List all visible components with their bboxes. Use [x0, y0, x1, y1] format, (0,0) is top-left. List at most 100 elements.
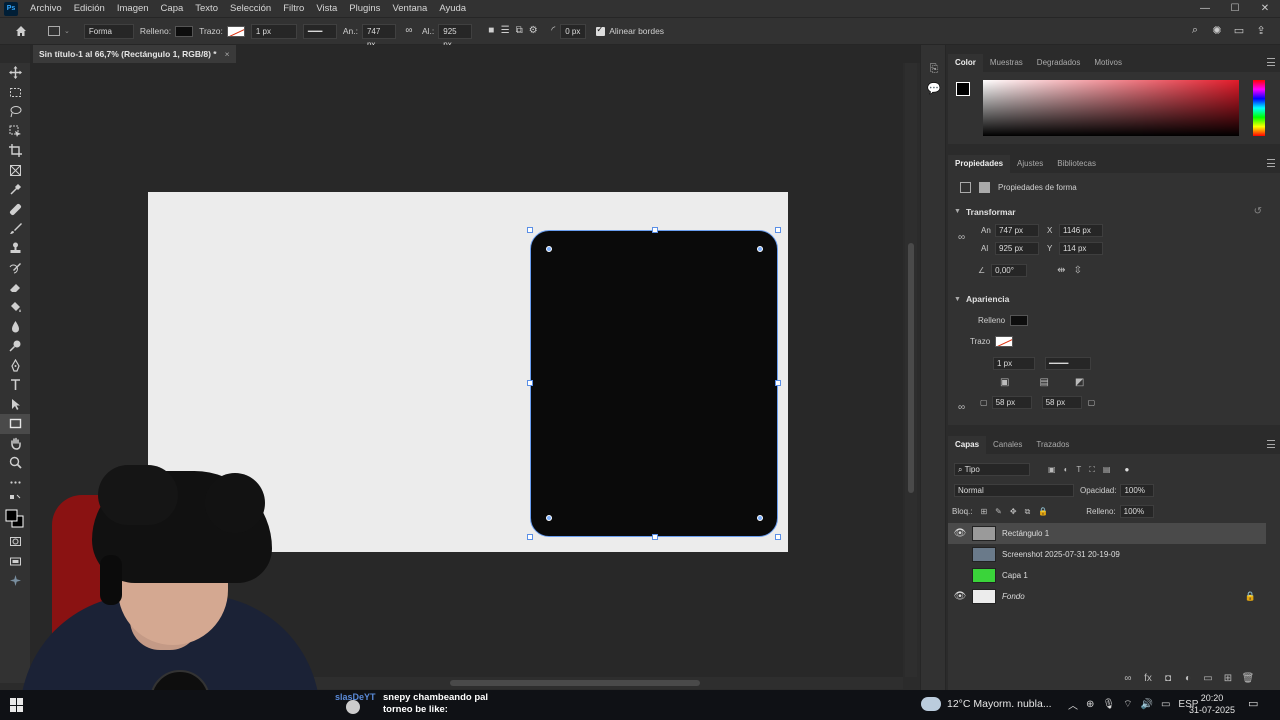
tab-trazados[interactable]: Trazados — [1029, 436, 1076, 454]
corner-radius-handle-top-right[interactable] — [757, 246, 763, 252]
panel-menu-icon[interactable] — [1267, 58, 1275, 66]
layer-row[interactable]: 👁 Fondo 🔒 — [948, 586, 1266, 607]
windows-start-icon[interactable] — [10, 698, 24, 712]
add-mask-icon[interactable]: ◘ — [1158, 673, 1178, 684]
workspace-icon[interactable]: ▭ — [1228, 24, 1250, 37]
stroke-align-icon[interactable]: ▣ — [1000, 377, 1009, 388]
eye-icon[interactable]: 👁 — [948, 591, 972, 602]
move-tool[interactable] — [0, 63, 30, 83]
transform-handle-bottom-left[interactable] — [527, 534, 533, 540]
frame-tool[interactable] — [0, 161, 30, 181]
shape-tool-preset-icon[interactable] — [48, 26, 60, 36]
taskbar-clock[interactable]: 20:20 31-07-2025 — [1186, 692, 1238, 716]
appearance-stroke-swatch[interactable] — [995, 336, 1013, 347]
network-icon[interactable]: ⌔ — [1123, 698, 1132, 711]
lock-artboard-icon[interactable]: ⧉ — [1025, 507, 1031, 517]
crop-tool[interactable] — [0, 141, 30, 161]
comments-panel-icon[interactable]: 💬 — [921, 79, 947, 99]
transform-handle-top-right[interactable] — [775, 227, 781, 233]
rectangle-tool[interactable] — [0, 414, 30, 434]
path-operations-icon[interactable]: ■ — [484, 24, 498, 38]
tab-bibliotecas[interactable]: Bibliotecas — [1050, 155, 1103, 173]
corner-radius-input[interactable]: 0 px — [560, 23, 587, 39]
stroke-swatch[interactable] — [226, 25, 245, 37]
weather-widget[interactable]: 12°C Mayorm. nubla... — [921, 697, 1052, 711]
transform-handle-middle-right[interactable] — [775, 380, 781, 386]
layer-fill-field[interactable]: 100% — [1119, 505, 1154, 518]
marquee-tool[interactable] — [0, 83, 30, 103]
menu-capa[interactable]: Capa — [155, 0, 190, 17]
volume-icon[interactable]: 🔊 — [1141, 699, 1153, 710]
panel-menu-icon[interactable] — [1267, 440, 1275, 448]
opacity-field[interactable]: 100% — [1120, 484, 1155, 497]
angle-field[interactable]: 0,00° — [991, 264, 1028, 277]
chevron-down-icon[interactable]: ▼ — [954, 208, 961, 215]
notification-icon[interactable]: ▭ — [1248, 697, 1258, 710]
appearance-stroke-style[interactable]: ━━━━ — [1045, 357, 1091, 370]
close-tab-icon[interactable]: × — [225, 49, 230, 59]
lasso-tool[interactable] — [0, 102, 30, 122]
clone-stamp-tool[interactable] — [0, 239, 30, 259]
width-field[interactable]: 747 px — [995, 224, 1039, 237]
document-tab[interactable]: Sin título-1 al 66,7% (Rectángulo 1, RGB… — [33, 45, 236, 63]
search-icon[interactable]: ⌕ — [1184, 24, 1206, 37]
history-brush-tool[interactable] — [0, 258, 30, 278]
filter-smart-object-icon[interactable]: ▤ — [1103, 465, 1111, 474]
link-corners-icon[interactable]: ∞ — [958, 402, 965, 413]
filter-toggle-icon[interactable]: ● — [1124, 465, 1129, 474]
app-tray-icon[interactable]: ⊕ — [1086, 699, 1094, 710]
transform-section-title[interactable]: Transformar — [966, 207, 1016, 217]
share-icon[interactable]: ⇪ — [1250, 24, 1272, 37]
dodge-tool[interactable] — [0, 336, 30, 356]
microphone-icon[interactable]: 🎙 — [1102, 699, 1115, 710]
layer-row[interactable]: Screenshot 2025-07-31 20-19-09 — [948, 544, 1266, 565]
appearance-section-title[interactable]: Apariencia — [966, 294, 1009, 304]
path-arrangement-icon[interactable]: ⧉ — [512, 24, 526, 38]
flip-vertical-icon[interactable]: ⇳ — [1074, 265, 1082, 276]
maximize-icon[interactable]: ☐ — [1220, 0, 1250, 17]
new-layer-icon[interactable]: ⊞ — [1218, 673, 1238, 684]
eraser-tool[interactable] — [0, 278, 30, 298]
transform-handle-bottom-center[interactable] — [652, 534, 658, 540]
vertical-scrollbar[interactable] — [905, 63, 917, 677]
layer-name[interactable]: Screenshot 2025-07-31 20-19-09 — [1002, 550, 1120, 559]
lightbulb-icon[interactable]: ✺ — [1206, 24, 1228, 37]
tab-degradados[interactable]: Degradados — [1030, 54, 1088, 72]
corner-radius-top-left-field[interactable]: 58 px — [991, 396, 1032, 409]
chevron-up-icon[interactable]: ︿ — [1068, 697, 1078, 712]
hue-slider[interactable] — [1253, 80, 1265, 136]
tab-canales[interactable]: Canales — [986, 436, 1029, 454]
adjustment-layer-icon[interactable]: ◐ — [1178, 673, 1198, 684]
tab-propiedades[interactable]: Propiedades — [948, 155, 1011, 173]
object-selection-tool[interactable] — [0, 122, 30, 142]
vertical-scroll-thumb[interactable] — [908, 243, 914, 493]
menu-archivo[interactable]: Archivo — [24, 0, 68, 17]
path-alignment-icon[interactable]: ☰ — [498, 24, 512, 38]
menu-ayuda[interactable]: Ayuda — [433, 0, 472, 17]
menu-ventana[interactable]: Ventana — [386, 0, 433, 17]
menu-imagen[interactable]: Imagen — [111, 0, 155, 17]
layer-name[interactable]: Rectángulo 1 — [1002, 529, 1049, 538]
menu-vista[interactable]: Vista — [310, 0, 343, 17]
foreground-color[interactable] — [956, 82, 970, 96]
rounded-rectangle-shape[interactable] — [530, 230, 778, 537]
y-field[interactable]: 114 px — [1059, 242, 1103, 255]
delete-layer-icon[interactable]: 🗑 — [1238, 673, 1258, 684]
horizontal-scroll-thumb[interactable] — [450, 680, 700, 686]
home-icon[interactable] — [14, 24, 28, 38]
corner-radius-handle-top-left[interactable] — [546, 246, 552, 252]
corner-radius-top-right-field[interactable]: 58 px — [1041, 396, 1082, 409]
hand-tool[interactable] — [0, 434, 30, 454]
history-panel-icon[interactable]: ⎘ — [921, 59, 947, 79]
layer-name[interactable]: Capa 1 — [1002, 571, 1028, 580]
foreground-background-swatch[interactable] — [956, 82, 978, 104]
appearance-stroke-width[interactable]: 1 px — [993, 357, 1035, 370]
battery-icon[interactable]: ▭ — [1161, 699, 1170, 710]
stroke-width-input[interactable]: 1 px — [250, 23, 297, 39]
gear-icon[interactable]: ⚙ — [526, 24, 540, 38]
transform-handle-top-left[interactable] — [527, 227, 533, 233]
corner-radius-handle-bottom-left[interactable] — [546, 515, 552, 521]
blend-mode-select[interactable]: Normal — [954, 484, 1074, 497]
height-field[interactable]: 925 px — [995, 242, 1039, 255]
link-icon[interactable]: ∞ — [402, 24, 416, 38]
